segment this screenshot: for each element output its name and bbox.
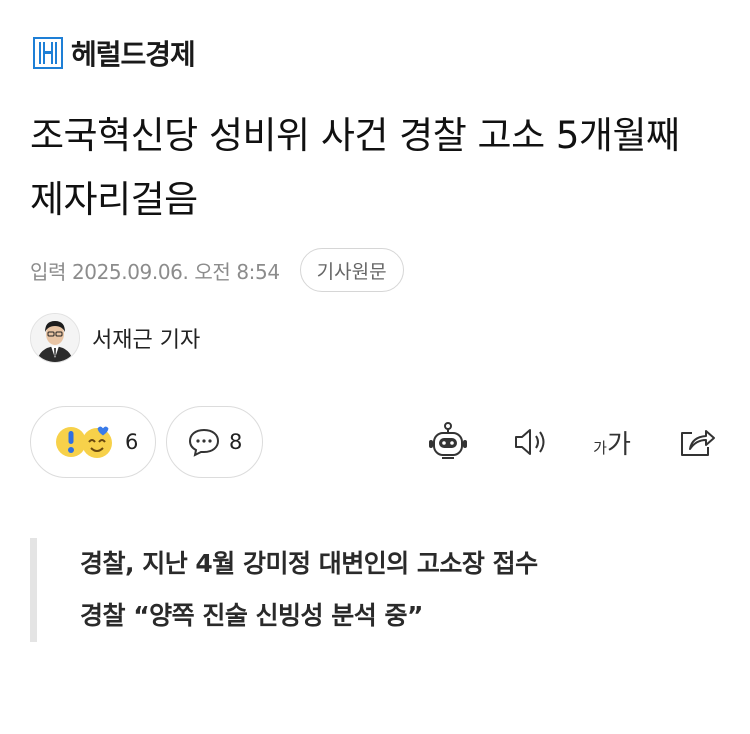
comment-bubble-icon (188, 428, 220, 457)
font-size-large-glyph: 가 (606, 429, 631, 460)
comment-button[interactable]: 8 (166, 406, 263, 478)
herald-logo-icon (33, 37, 63, 69)
font-size-button[interactable]: 가가 (588, 420, 636, 464)
reporter-photo-icon (31, 314, 79, 362)
share-button[interactable] (672, 420, 720, 464)
text-to-speech-button[interactable] (506, 420, 554, 464)
reporter-byline[interactable]: 서재근 기자 (30, 312, 200, 364)
press-logo[interactable]: 헤럴드경제 (33, 36, 196, 71)
comment-count: 8 (229, 430, 243, 454)
article-meta: 입력 2025.09.06. 오전 8:54 기사원문 (30, 248, 404, 292)
article-title: 조국혁신당 성비위 사건 경찰 고소 5개월째 제자리걸음 (30, 114, 680, 221)
reporter-name: 서재근 기자 (92, 328, 201, 353)
summary-line: 경찰, 지난 4월 강미정 대변인의 고소장 접수 (80, 549, 538, 578)
article-summary: 경찰, 지난 4월 강미정 대변인의 고소장 접수 경찰 “양쪽 진술 신빙성 … (30, 538, 690, 642)
speaker-icon (515, 429, 545, 455)
summary-line: 경찰 “양쪽 진술 신빙성 분석 중” (80, 601, 423, 630)
ai-summary-button[interactable] (424, 420, 472, 464)
reporter-avatar (30, 313, 80, 363)
reaction-button[interactable]: 6 (30, 406, 156, 478)
reaction-emoji-icon (56, 426, 112, 458)
font-size-small-glyph: 가 (593, 438, 607, 457)
font-size-icon: 가가 (593, 424, 631, 461)
press-name: 헤럴드경제 (71, 38, 196, 71)
published-date: 입력 2025.09.06. 오전 8:54 (30, 259, 280, 284)
robot-summary-icon (429, 422, 467, 459)
share-icon (681, 430, 715, 456)
original-article-button[interactable]: 기사원문 (299, 248, 404, 292)
reaction-count: 6 (125, 430, 139, 454)
